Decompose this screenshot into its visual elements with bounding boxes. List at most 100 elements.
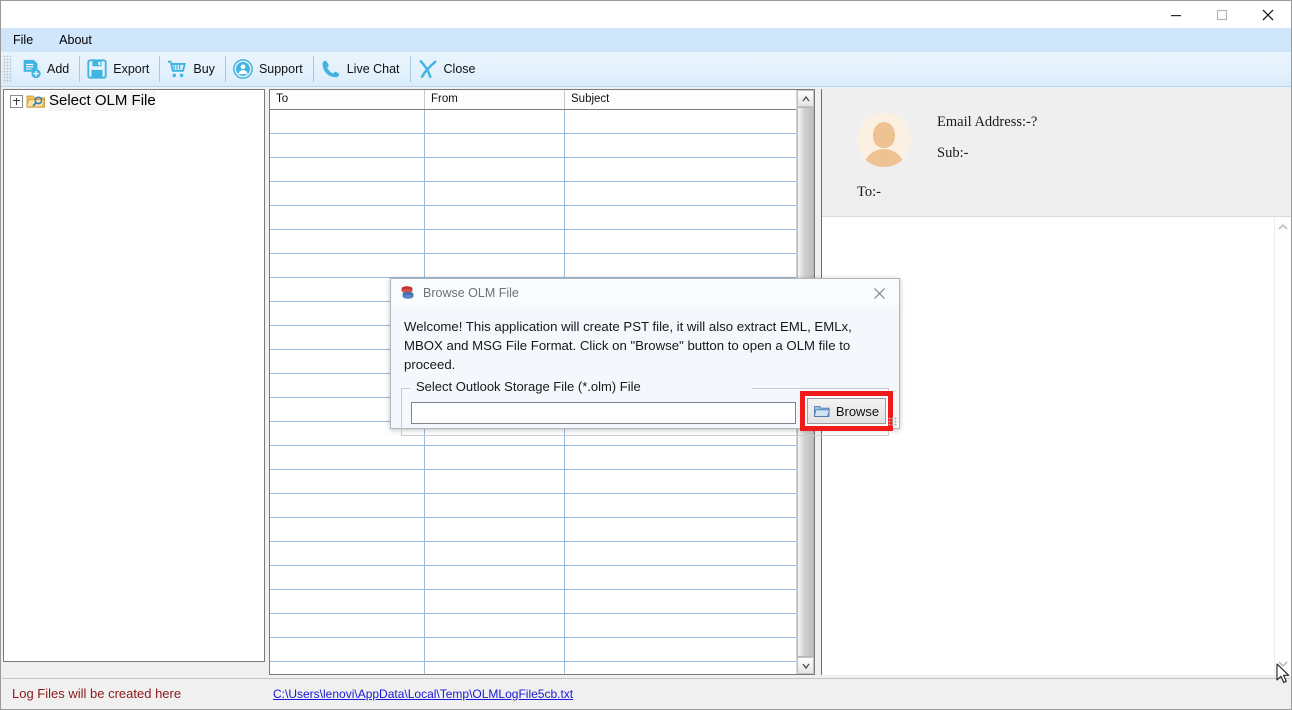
- chevron-up-icon: [801, 95, 810, 101]
- close-button[interactable]: [1245, 1, 1291, 28]
- toolbar-button-export[interactable]: Export: [80, 53, 159, 85]
- toolbar-button-buy[interactable]: Buy: [160, 53, 225, 85]
- dialog-title: Browse OLM File: [423, 286, 519, 300]
- dialog-resize-grip[interactable]: [888, 417, 897, 426]
- table-cell: [270, 254, 425, 277]
- toolbar-button-live-chat[interactable]: Live Chat: [314, 53, 410, 85]
- table-cell: [565, 158, 796, 181]
- minimize-button[interactable]: [1153, 1, 1199, 28]
- floppy-save-icon: [87, 59, 107, 79]
- toolbar-button-close[interactable]: Close: [411, 53, 486, 85]
- minimize-icon: [1171, 14, 1181, 16]
- scroll-up-button[interactable]: [797, 90, 814, 107]
- table-cell: [270, 206, 425, 229]
- toolbar-button-add[interactable]: Add: [14, 53, 79, 85]
- table-row[interactable]: [270, 470, 796, 494]
- add-document-icon: [23, 59, 41, 79]
- avatar-body: [863, 149, 905, 167]
- table-cell: [425, 518, 565, 541]
- table-row[interactable]: [270, 158, 796, 182]
- grid-header-to[interactable]: To: [270, 90, 425, 109]
- table-cell: [425, 638, 565, 661]
- grid-header-from[interactable]: From: [425, 90, 565, 109]
- table-cell: [425, 590, 565, 613]
- table-cell: [425, 566, 565, 589]
- title-bar: [1, 1, 1291, 28]
- table-row[interactable]: [270, 446, 796, 470]
- dialog-close-button[interactable]: [859, 279, 899, 307]
- close-icon: [873, 287, 885, 299]
- preview-header: Email Address:-? Sub:- To:-: [822, 89, 1291, 217]
- table-cell: [425, 230, 565, 253]
- dialog-title-bar: Browse OLM File: [391, 279, 899, 307]
- table-cell: [565, 494, 796, 517]
- table-cell: [270, 134, 425, 157]
- phone-icon: [322, 60, 339, 78]
- maximize-icon: [1216, 9, 1228, 20]
- olm-file-path-input[interactable]: [411, 402, 796, 424]
- toolbar-label-live-chat: Live Chat: [346, 62, 400, 76]
- table-row[interactable]: [270, 230, 796, 254]
- file-selection-group: Select Outlook Storage File (*.olm) File…: [401, 379, 893, 436]
- chevron-down-icon: [801, 663, 810, 669]
- table-row[interactable]: [270, 134, 796, 158]
- table-cell: [565, 638, 796, 661]
- table-cell: [425, 614, 565, 637]
- tree-expander-icon[interactable]: [10, 94, 23, 108]
- table-row[interactable]: [270, 518, 796, 542]
- table-cell: [270, 614, 425, 637]
- table-cell: [270, 566, 425, 589]
- table-cell: [565, 254, 796, 277]
- table-cell: [425, 134, 565, 157]
- menu-bar: File About: [1, 28, 1291, 52]
- table-cell: [270, 662, 425, 674]
- table-cell: [425, 110, 565, 133]
- support-person-icon: [233, 59, 253, 79]
- table-cell: [565, 662, 796, 674]
- table-row[interactable]: [270, 254, 796, 278]
- table-cell: [270, 470, 425, 493]
- tree-item-select-olm-file[interactable]: Select OLM File: [4, 90, 264, 112]
- table-cell: [425, 446, 565, 469]
- toolbar-label-export: Export: [113, 62, 150, 76]
- table-cell: [425, 254, 565, 277]
- maximize-button[interactable]: [1199, 1, 1245, 28]
- toolbar-grip[interactable]: [3, 55, 12, 83]
- toolbar-label-add: Add: [47, 62, 70, 76]
- table-row[interactable]: [270, 110, 796, 134]
- browse-button-label: Browse: [835, 403, 880, 419]
- tree-item-label: Select OLM File: [49, 91, 156, 111]
- table-cell: [565, 110, 796, 133]
- preview-scroll-up-icon[interactable]: [1277, 221, 1289, 233]
- table-row[interactable]: [270, 206, 796, 230]
- table-cell: [565, 566, 796, 589]
- table-row[interactable]: [270, 182, 796, 206]
- table-row[interactable]: [270, 494, 796, 518]
- table-cell: [565, 182, 796, 205]
- menu-item-about[interactable]: About: [59, 28, 92, 52]
- table-row[interactable]: [270, 590, 796, 614]
- table-cell: [270, 542, 425, 565]
- table-row[interactable]: [270, 614, 796, 638]
- preview-vertical-scrollbar[interactable]: [1274, 217, 1291, 674]
- menu-item-file[interactable]: File: [13, 28, 33, 52]
- scroll-down-button[interactable]: [797, 657, 814, 674]
- folder-open-icon: [813, 405, 830, 417]
- table-cell: [565, 134, 796, 157]
- table-row[interactable]: [270, 662, 796, 674]
- preview-email-address: Email Address:-?: [937, 114, 1038, 130]
- table-cell: [425, 542, 565, 565]
- grid-header-subject[interactable]: Subject: [565, 90, 796, 109]
- table-row[interactable]: [270, 638, 796, 662]
- folder-tree-panel[interactable]: Select OLM File: [3, 89, 265, 662]
- table-cell: [565, 590, 796, 613]
- table-row[interactable]: [270, 542, 796, 566]
- toolbar-button-support[interactable]: Support: [226, 53, 313, 85]
- log-path-link[interactable]: C:\Users\lenovi\AppData\Local\Temp\OLMLo…: [273, 687, 573, 701]
- close-icon: [1262, 9, 1274, 20]
- table-row[interactable]: [270, 566, 796, 590]
- table-cell: [425, 470, 565, 493]
- browse-button[interactable]: Browse: [807, 398, 886, 424]
- toolbar-label-buy: Buy: [193, 62, 215, 76]
- file-selection-group-label: Select Outlook Storage File (*.olm) File: [412, 379, 645, 394]
